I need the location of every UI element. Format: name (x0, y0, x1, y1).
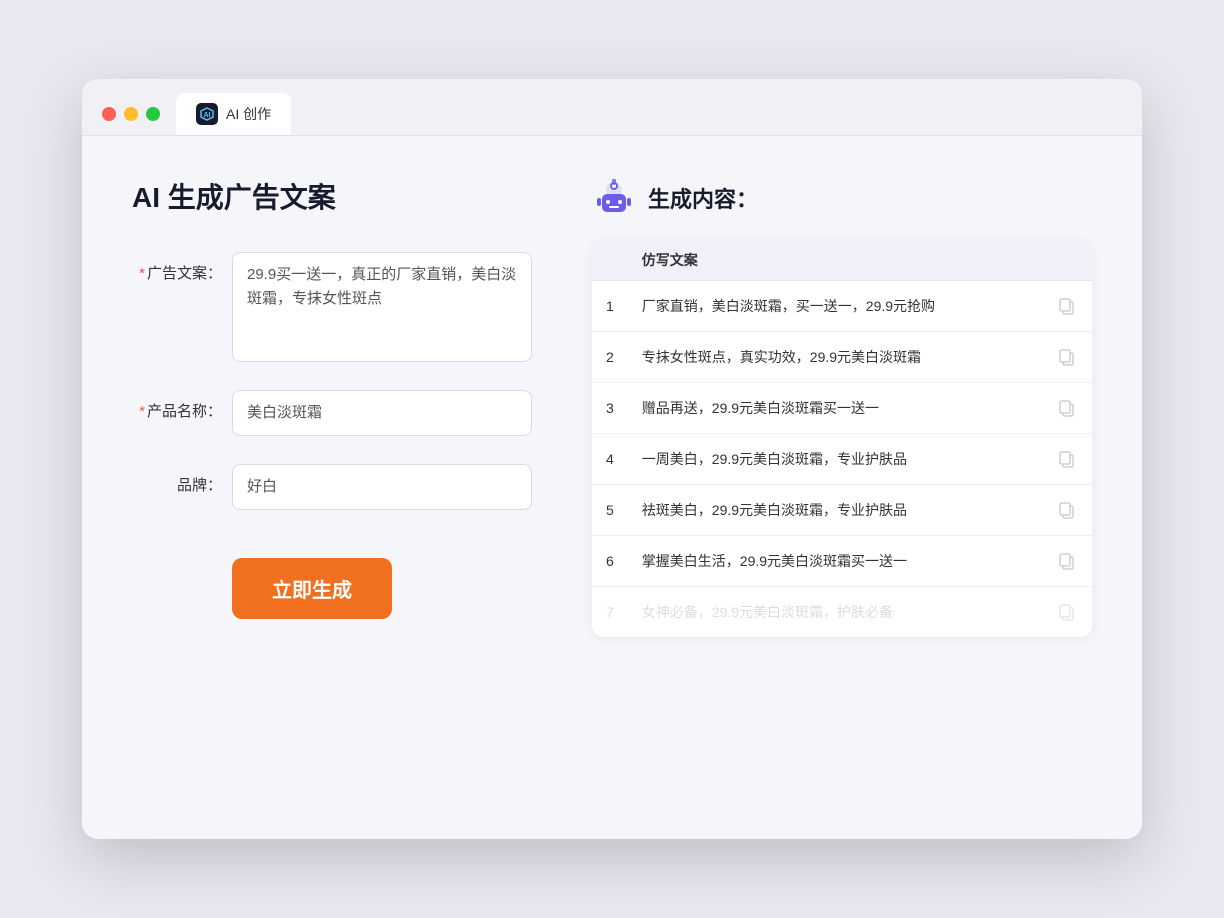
copy-icon[interactable] (1056, 295, 1078, 317)
copy-icon[interactable] (1056, 550, 1078, 572)
left-panel: AI 生成广告文案 *广告文案： *产品名称： 品牌： 立 (132, 176, 532, 776)
copy-action-cell (1042, 332, 1092, 383)
row-copy-text: 掌握美白生活，29.9元美白淡斑霜买一送一 (628, 536, 1042, 587)
maximize-button[interactable] (146, 107, 160, 121)
copy-action-cell (1042, 281, 1092, 332)
row-copy-text: 厂家直销，美白淡斑霜，买一送一，29.9元抢购 (628, 281, 1042, 332)
ad-copy-group: *广告文案： (132, 252, 532, 362)
table-row: 3赠品再送，29.9元美白淡斑霜买一送一 (592, 383, 1092, 434)
copy-icon[interactable] (1056, 499, 1078, 521)
table-row: 4一周美白，29.9元美白淡斑霜，专业护肤品 (592, 434, 1092, 485)
robot-icon (592, 176, 636, 220)
svg-text:AI: AI (204, 112, 211, 119)
num-header (592, 240, 628, 281)
product-name-group: *产品名称： (132, 390, 532, 436)
close-button[interactable] (102, 107, 116, 121)
row-number: 6 (592, 536, 628, 587)
copy-header: 仿写文案 (628, 240, 1042, 281)
table-row: 2专抹女性斑点，真实功效，29.9元美白淡斑霜 (592, 332, 1092, 383)
copy-icon[interactable] (1056, 346, 1078, 368)
row-number: 1 (592, 281, 628, 332)
browser-window: AI AI 创作 AI 生成广告文案 *广告文案： *产品名称： (82, 79, 1142, 839)
browser-content: AI 生成广告文案 *广告文案： *产品名称： 品牌： 立 (82, 136, 1142, 816)
copy-action-cell (1042, 587, 1092, 638)
row-copy-text: 专抹女性斑点，真实功效，29.9元美白淡斑霜 (628, 332, 1042, 383)
row-number: 4 (592, 434, 628, 485)
required-mark: * (139, 265, 145, 282)
table-row: 7女神必备，29.9元美白淡斑霜，护肤必备 (592, 587, 1092, 638)
copy-action-cell (1042, 434, 1092, 485)
ad-copy-label: *广告文案： (132, 252, 222, 283)
result-title: 生成内容： (648, 182, 758, 214)
results-table: 仿写文案 1厂家直销，美白淡斑霜，买一送一，29.9元抢购 2专抹女性斑点，真实… (592, 240, 1092, 637)
right-panel: 生成内容： 仿写文案 1厂家直销，美白淡斑霜，买一送一，29.9元抢购 2专 (592, 176, 1092, 776)
brand-input[interactable] (232, 464, 532, 510)
results-container: 仿写文案 1厂家直销，美白淡斑霜，买一送一，29.9元抢购 2专抹女性斑点，真实… (592, 240, 1092, 637)
table-row: 1厂家直销，美白淡斑霜，买一送一，29.9元抢购 (592, 281, 1092, 332)
page-title: AI 生成广告文案 (132, 176, 532, 216)
product-name-label: *产品名称： (132, 390, 222, 421)
required-mark-2: * (139, 403, 145, 420)
row-copy-text: 赠品再送，29.9元美白淡斑霜买一送一 (628, 383, 1042, 434)
copy-action-cell (1042, 383, 1092, 434)
row-number: 2 (592, 332, 628, 383)
row-copy-text: 女神必备，29.9元美白淡斑霜，护肤必备 (628, 587, 1042, 638)
row-number: 7 (592, 587, 628, 638)
result-header: 生成内容： (592, 176, 1092, 220)
table-row: 5祛斑美白，29.9元美白淡斑霜，专业护肤品 (592, 485, 1092, 536)
copy-icon[interactable] (1056, 397, 1078, 419)
copy-action-cell (1042, 485, 1092, 536)
row-copy-text: 一周美白，29.9元美白淡斑霜，专业护肤品 (628, 434, 1042, 485)
traffic-lights (102, 107, 160, 121)
ad-copy-input[interactable] (232, 252, 532, 362)
copy-action-cell (1042, 536, 1092, 587)
tab-icon: AI (196, 103, 218, 125)
table-row: 6掌握美白生活，29.9元美白淡斑霜买一送一 (592, 536, 1092, 587)
row-number: 3 (592, 383, 628, 434)
minimize-button[interactable] (124, 107, 138, 121)
browser-titlebar: AI AI 创作 (82, 79, 1142, 136)
action-header (1042, 240, 1092, 281)
copy-icon[interactable] (1056, 448, 1078, 470)
ai-creation-tab[interactable]: AI AI 创作 (176, 93, 291, 135)
generate-button[interactable]: 立即生成 (232, 558, 392, 619)
copy-icon[interactable] (1056, 601, 1078, 623)
row-number: 5 (592, 485, 628, 536)
tab-label: AI 创作 (226, 104, 271, 124)
product-name-input[interactable] (232, 390, 532, 436)
row-copy-text: 祛斑美白，29.9元美白淡斑霜，专业护肤品 (628, 485, 1042, 536)
brand-label: 品牌： (132, 464, 222, 495)
brand-group: 品牌： (132, 464, 532, 510)
